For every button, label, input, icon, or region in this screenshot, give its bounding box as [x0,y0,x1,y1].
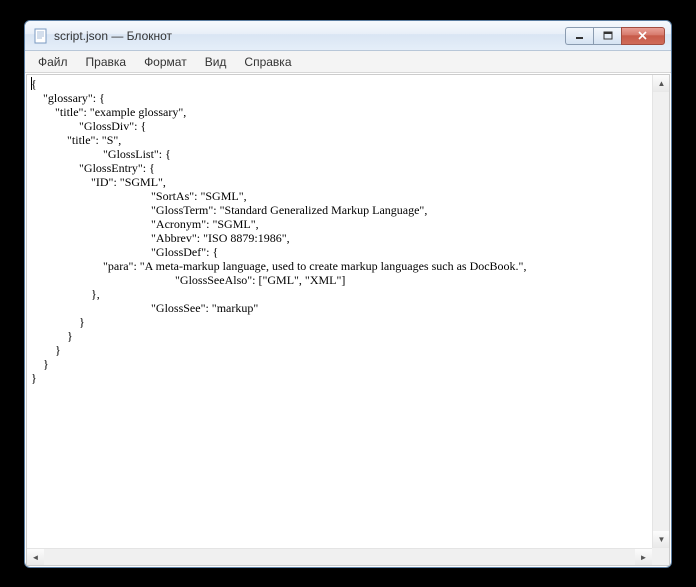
scroll-up-button[interactable]: ▲ [653,75,670,92]
menu-view[interactable]: Вид [196,53,236,71]
document-icon [33,28,49,44]
window-title: script.json — Блокнот [54,29,565,43]
close-button[interactable] [621,27,665,45]
scroll-down-button[interactable]: ▼ [653,531,670,548]
scrollbar-corner [652,548,669,565]
menubar: Файл Правка Формат Вид Справка [25,51,671,73]
app-window: script.json — Блокнот Файл Правка Формат… [24,20,672,568]
menu-file[interactable]: Файл [29,53,77,71]
scroll-left-button[interactable]: ◄ [27,549,44,566]
text-caret [31,77,32,90]
menu-edit[interactable]: Правка [77,53,136,71]
maximize-button[interactable] [593,27,621,45]
horizontal-scrollbar[interactable]: ◄ ► [27,548,652,565]
text-editor[interactable]: { "glossary": { "title": "example glossa… [27,75,669,565]
scroll-right-button[interactable]: ► [635,549,652,566]
minimize-button[interactable] [565,27,593,45]
editor-container: { "glossary": { "title": "example glossa… [26,74,670,566]
window-controls [565,27,665,45]
vertical-scrollbar[interactable]: ▲ ▼ [652,75,669,548]
menu-help[interactable]: Справка [235,53,300,71]
menu-format[interactable]: Формат [135,53,196,71]
titlebar[interactable]: script.json — Блокнот [25,21,671,51]
